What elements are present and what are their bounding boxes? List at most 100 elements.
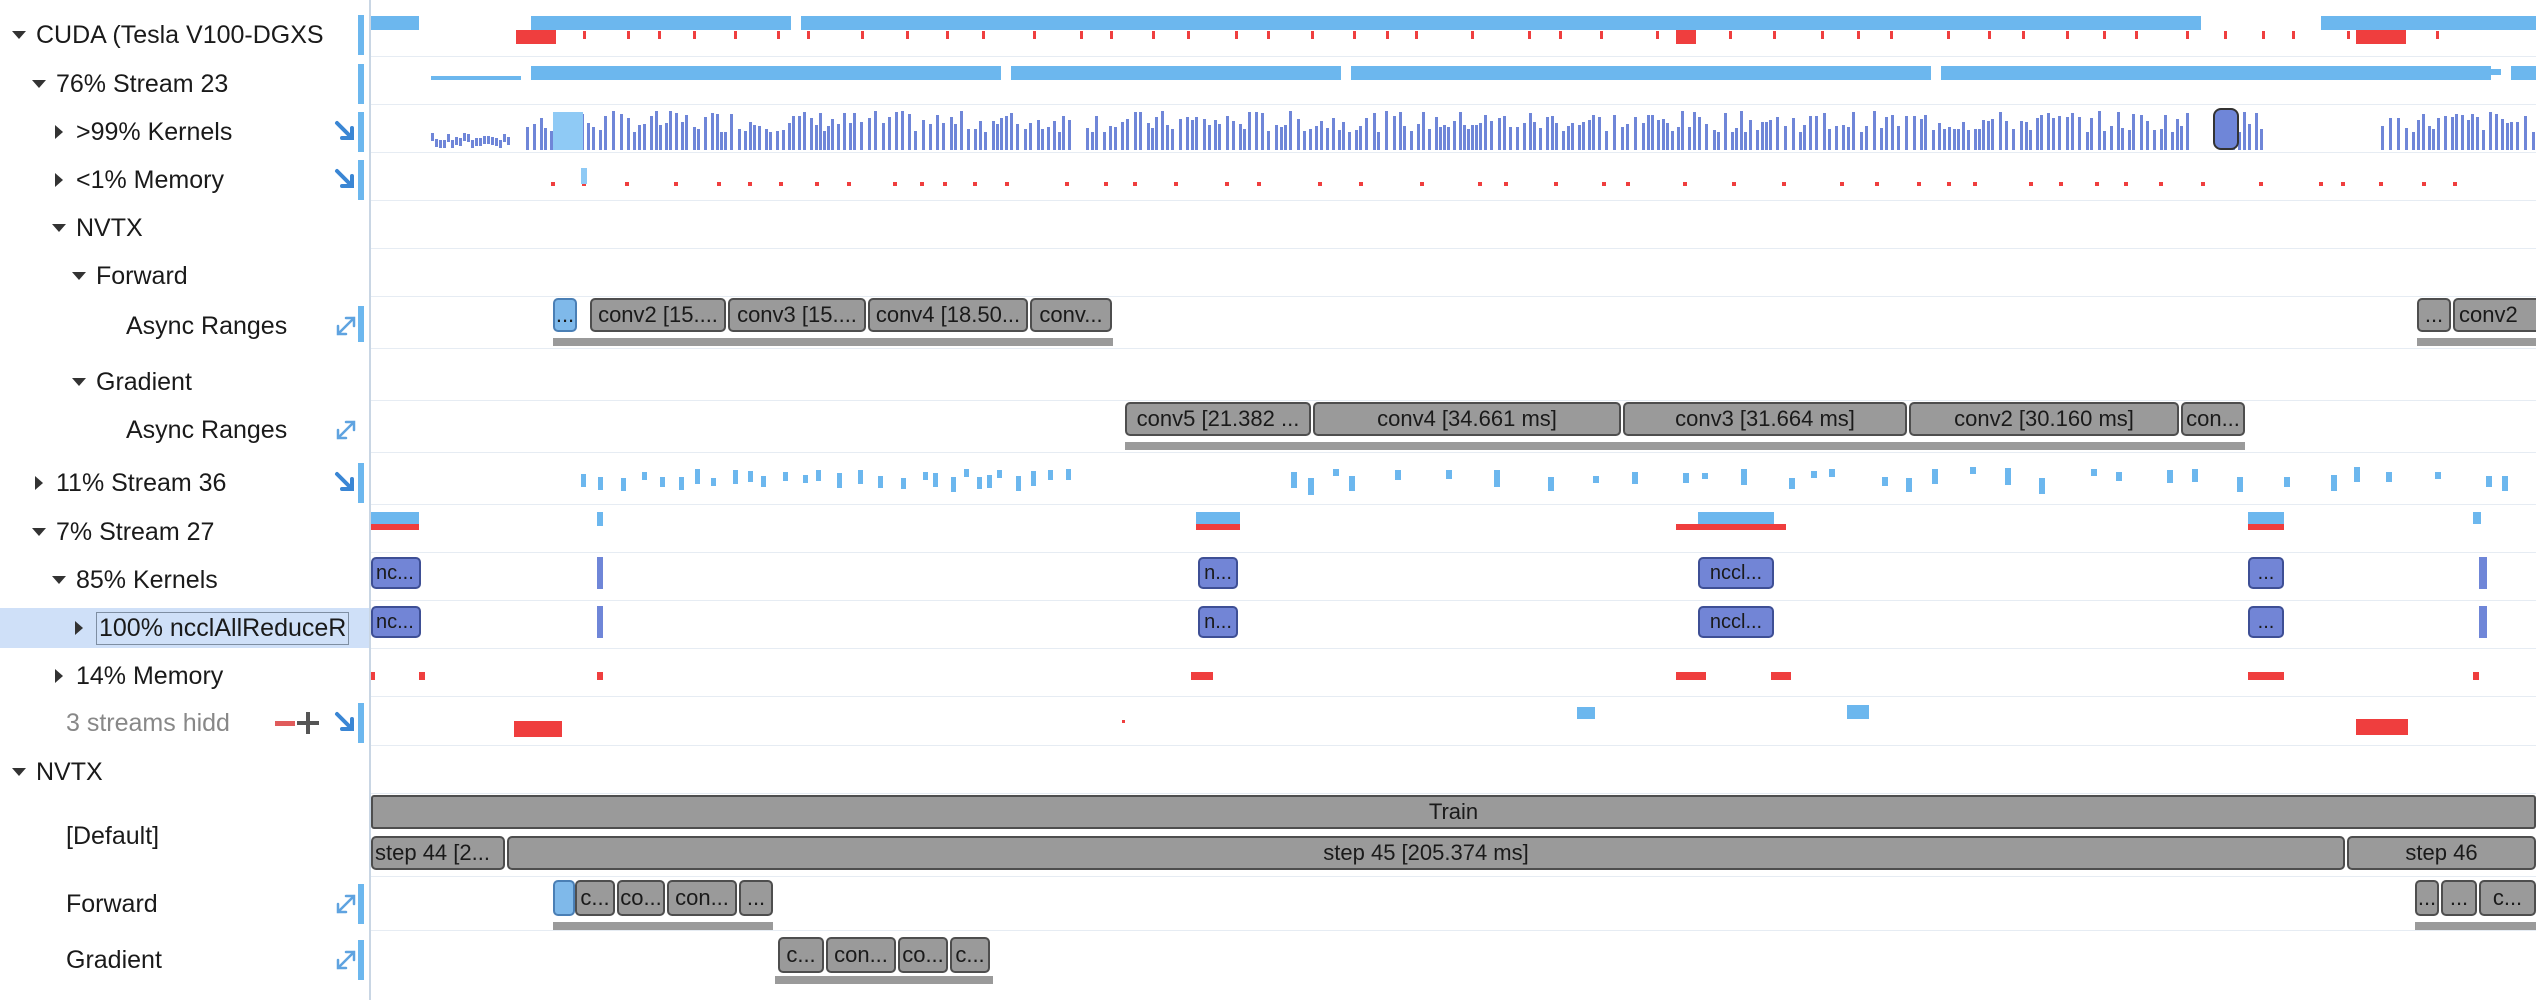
stream36-bar [1446, 470, 1452, 479]
tree-row[interactable]: 7% Stream 27 [0, 512, 369, 552]
stream27-bar [371, 512, 419, 524]
kernel-bar [2029, 130, 2032, 150]
caret-right-icon[interactable] [35, 476, 43, 490]
stream36-bar [2167, 470, 2173, 483]
tree-row-label: 76% Stream 23 [56, 69, 229, 98]
kernel-bar [815, 125, 818, 150]
stream36-bar [878, 476, 883, 488]
expand-diagonal-icon[interactable] [331, 311, 361, 341]
kernel-bar [459, 138, 462, 146]
kernel-bar [738, 129, 741, 150]
kernel-bar [1957, 129, 1960, 150]
kernel-bar [2025, 122, 2028, 150]
kernel-bar [655, 111, 658, 150]
kernel-bar [960, 111, 963, 150]
caret-down-icon[interactable] [52, 576, 66, 584]
caret-right-icon[interactable] [55, 125, 63, 139]
tree-row[interactable]: Gradient [0, 362, 369, 402]
expand-diagonal-icon[interactable] [331, 415, 361, 445]
kernel-bar [2140, 115, 2143, 150]
kernel-bar [1243, 129, 1246, 150]
stream36-bar [933, 473, 938, 487]
stream36-bar [1308, 478, 1314, 495]
kernel-bar [1823, 113, 1826, 150]
tree-row[interactable]: [Default] [0, 812, 369, 860]
memory-tick [1732, 182, 1736, 186]
row-divider [371, 876, 2536, 877]
caret-down-icon[interactable] [12, 768, 26, 776]
kernel-bar [1041, 129, 1044, 150]
caret-down-icon[interactable] [12, 31, 26, 39]
stream27-memset [371, 524, 419, 530]
kernel-bar [2186, 113, 2189, 150]
kernel-bar [882, 123, 885, 150]
kernel-bar [1399, 112, 1402, 150]
tree-row[interactable]: 11% Stream 36 [0, 463, 369, 503]
caret-down-icon[interactable] [72, 272, 86, 280]
kernel-bar [1091, 132, 1094, 150]
caret-down-icon[interactable] [52, 224, 66, 232]
memory-tick [625, 182, 629, 186]
caret-down-icon[interactable] [72, 378, 86, 386]
hidden-stream-bar [514, 721, 562, 737]
tree-row[interactable]: >99% Kernels [0, 112, 369, 152]
tree-row[interactable]: Forward [0, 884, 369, 924]
kernel-bar [874, 111, 877, 150]
arrow-down-right-icon[interactable] [331, 468, 361, 498]
row-activity-stripe [358, 112, 364, 152]
stream36-bar [901, 478, 906, 489]
caret-down-icon[interactable] [32, 528, 46, 536]
kernel-bar [597, 557, 603, 589]
kernel-bar [1828, 129, 1831, 150]
caret-right-icon[interactable] [55, 173, 63, 187]
arrow-down-right-icon[interactable] [331, 117, 361, 147]
kernel-bar [487, 136, 490, 144]
minus-icon[interactable] [275, 720, 295, 726]
tree-row[interactable]: 3 streams hidd [0, 703, 369, 743]
show-hide-streams-controls [275, 712, 319, 734]
tree-row[interactable]: 85% Kernels [0, 560, 369, 600]
plus-icon[interactable] [297, 712, 319, 734]
cuda-memset-tick [1821, 31, 1824, 39]
caret-right-icon[interactable] [55, 669, 63, 683]
expand-diagonal-icon[interactable] [331, 889, 361, 919]
hidden-stream-bar [2356, 719, 2408, 735]
kernel-bar [868, 118, 871, 150]
caret-down-icon[interactable] [32, 80, 46, 88]
tree-row[interactable]: Forward [0, 256, 369, 296]
tree-row[interactable]: NVTX [0, 208, 369, 248]
expand-diagonal-icon[interactable] [331, 945, 361, 975]
stream36-bar [1789, 478, 1795, 489]
kernel-bar [929, 124, 932, 150]
kernel-bar [2012, 129, 2015, 150]
caret-right-icon[interactable] [75, 621, 83, 635]
kernel-bar [592, 127, 595, 150]
kernel-bar [1724, 113, 1727, 150]
kernel-bar [1571, 123, 1574, 150]
tree-row[interactable]: 14% Memory [0, 656, 369, 696]
tree-row[interactable]: Gradient [0, 940, 369, 980]
tree-row[interactable]: Async Ranges [0, 410, 369, 450]
kernel-bar [720, 132, 723, 150]
kernel-bar [2501, 119, 2504, 150]
tree-row[interactable]: 100% ncclAllReduceR [0, 608, 369, 648]
kernel-bar [1267, 131, 1270, 150]
kernel-bar [1068, 120, 1071, 150]
cuda-memset-mark [516, 30, 556, 44]
kernel-bar [2260, 129, 2263, 150]
kernel-bar [843, 113, 846, 150]
stream-summary-bar [2221, 69, 2501, 75]
arrow-down-right-icon[interactable] [331, 165, 361, 195]
cuda-memset-tick [1600, 31, 1603, 39]
kernel-highlight[interactable] [2213, 108, 2239, 150]
arrow-down-right-icon[interactable] [331, 708, 361, 738]
tree-row[interactable]: NVTX [0, 752, 369, 792]
kernel-bar [1000, 118, 1003, 150]
tree-row[interactable]: <1% Memory [0, 160, 369, 200]
timeline-panel[interactable] [371, 0, 2536, 1000]
tree-row[interactable]: Async Ranges [0, 306, 369, 346]
memory-tick [2319, 182, 2323, 186]
tree-row[interactable]: CUDA (Tesla V100-DGXS [0, 15, 369, 55]
memory-bar [1191, 672, 1213, 680]
tree-row[interactable]: 76% Stream 23 [0, 64, 369, 104]
